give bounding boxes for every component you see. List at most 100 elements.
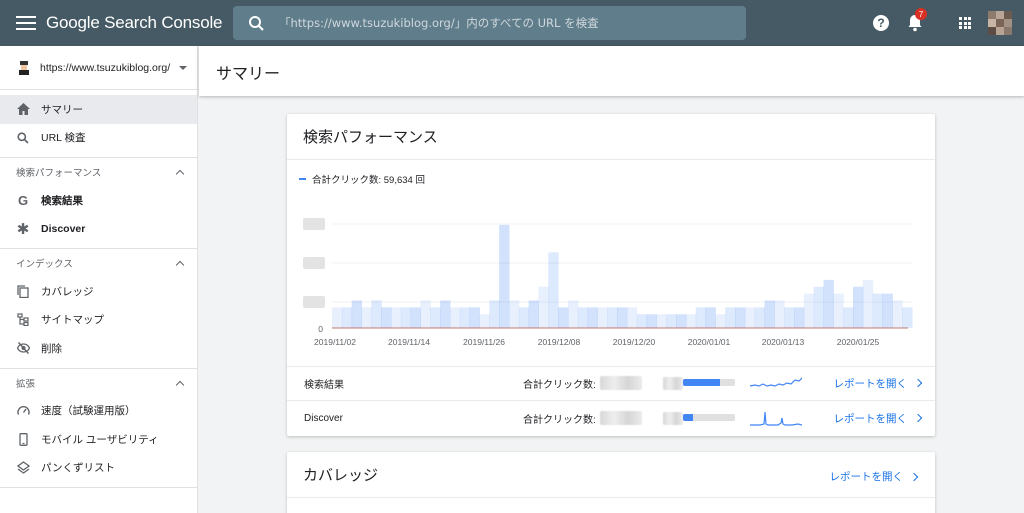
performance-row-discover: Discover 合計クリック数: レポートを開く (287, 401, 935, 435)
chart-bar (833, 293, 844, 328)
coverage-open-report-link[interactable]: レポートを開く (830, 469, 919, 484)
sidebar-item-label: サマリー (41, 103, 83, 116)
chart-bar (361, 307, 372, 328)
chart-bar (666, 314, 677, 328)
smartphone-icon (16, 432, 30, 446)
chevron-right-icon (913, 413, 923, 423)
section-search-performance[interactable]: 検索パフォーマンス (0, 158, 197, 186)
chart-bar (538, 286, 549, 328)
help-icon[interactable]: ? (873, 15, 889, 31)
chart-bar (597, 307, 608, 328)
chart-bar (617, 307, 628, 328)
x-tick-label: 2020/01/01 (688, 337, 731, 347)
row-metric-label: 合計クリック数: (523, 414, 596, 426)
chart-bar (695, 307, 707, 328)
x-tick-label: 2019/11/14 (388, 337, 430, 347)
notifications-bell-icon[interactable]: 7 (907, 8, 927, 32)
chart-bar (371, 300, 382, 328)
coverage-card: カバレッジ レポートを開く (287, 452, 935, 513)
notification-badge: 7 (915, 8, 927, 20)
redacted-value (600, 411, 642, 425)
chart-bar (558, 307, 569, 328)
account-avatar[interactable] (988, 11, 1012, 35)
chart-bar (341, 307, 353, 328)
chart-bar (636, 314, 648, 328)
sitemap-icon (16, 313, 30, 327)
performance-row-search: 検索結果 合計クリック数: レポートを開く (287, 366, 935, 400)
chart-bar (410, 307, 421, 328)
coverage-card-title: カバレッジ (303, 467, 379, 484)
google-g-icon: G (17, 192, 29, 208)
apps-grid-icon[interactable] (959, 17, 971, 29)
property-url: https://www.tsuzukiblog.org/ (40, 61, 171, 74)
open-report-link[interactable]: レポートを開く (834, 411, 923, 426)
chart-bar (744, 307, 756, 328)
sidebar-item-sitemaps[interactable]: サイトマップ (0, 306, 197, 335)
sidebar-item-mobile-usability[interactable]: モバイル ユーザビリティ (0, 425, 197, 454)
home-icon (16, 102, 30, 116)
chart-bar (567, 300, 579, 328)
page-title: サマリー (216, 66, 281, 83)
chart-bar (676, 314, 687, 328)
menu-icon[interactable] (16, 16, 36, 30)
redacted-y-tick (303, 296, 325, 308)
chart-bar (715, 314, 726, 328)
open-report-link[interactable]: レポートを開く (833, 376, 923, 391)
chart-bar (607, 307, 618, 328)
app-title[interactable]: Google Search Console (46, 13, 223, 33)
chart-bar (685, 314, 697, 328)
x-tick-label: 2019/12/08 (538, 337, 581, 347)
x-tick-label: 2020/01/25 (837, 337, 880, 347)
section-enhancements[interactable]: 拡張 (0, 369, 197, 397)
x-tick-label: 2019/11/02 (314, 337, 356, 347)
chevron-right-icon (913, 378, 923, 388)
sidebar-item-discover[interactable]: ✱ Discover (0, 215, 197, 244)
redacted-value (663, 412, 683, 425)
property-selector[interactable]: https://www.tsuzukiblog.org/ (0, 46, 197, 90)
share-bar (683, 414, 735, 421)
sidebar-item-breadcrumbs[interactable]: パンくずリスト (0, 454, 197, 483)
performance-chart-svg: 0 2019/11/02 2019/11/14 2019/11/26 2019/12/0… (303, 218, 913, 347)
chart-bar (626, 307, 638, 328)
chart-bar (518, 307, 530, 328)
chart-bar (390, 307, 402, 328)
chart-bar (646, 314, 657, 328)
asterisk-icon: ✱ (16, 220, 30, 238)
chevron-up-icon (175, 380, 185, 389)
sidebar-item-url-inspection[interactable]: URL 検査 (0, 124, 197, 153)
chart-bar (862, 279, 874, 328)
chart-bar (735, 307, 746, 328)
chart-bar (803, 293, 815, 328)
chevron-down-icon[interactable] (179, 65, 187, 70)
copy-icon (16, 284, 30, 298)
x-tick-label: 2019/11/26 (463, 337, 505, 347)
chart-bar (872, 293, 884, 328)
sidebar-item-search-results[interactable]: G 検索結果 (0, 186, 197, 215)
sidebar: https://www.tsuzukiblog.org/ サマリー URL 検査… (0, 46, 198, 513)
sidebar-item-label: Discover (41, 222, 86, 235)
speedometer-icon (16, 404, 30, 418)
section-index[interactable]: インデックス (0, 249, 197, 277)
sidebar-item-summary[interactable]: サマリー (0, 95, 197, 124)
section-title: 拡張 (16, 378, 36, 390)
chart-bar (656, 314, 667, 328)
sparkline (750, 411, 802, 426)
eye-off-icon (16, 341, 30, 355)
chart-legend: 合計クリック数: 59,634 回 (299, 172, 425, 186)
share-bar-fill (683, 414, 694, 421)
sidebar-item-label: モバイル ユーザビリティ (41, 433, 159, 446)
open-report-label: レポートを開く (833, 377, 908, 390)
sidebar-item-speed[interactable]: 速度（試験運用版） (0, 397, 197, 426)
share-bar-fill (683, 379, 721, 386)
search-icon[interactable] (241, 8, 271, 38)
search-input[interactable] (279, 16, 719, 30)
search-icon (16, 131, 30, 145)
chart-bar (853, 286, 864, 328)
url-inspection-search[interactable] (233, 6, 746, 40)
layers-icon (16, 461, 30, 475)
section-title: インデックス (16, 259, 73, 270)
chart-bar (764, 300, 775, 328)
sidebar-item-removals[interactable]: 削除 (0, 334, 197, 363)
sidebar-item-coverage[interactable]: カバレッジ (0, 277, 197, 306)
page-header: サマリー (199, 46, 1024, 96)
